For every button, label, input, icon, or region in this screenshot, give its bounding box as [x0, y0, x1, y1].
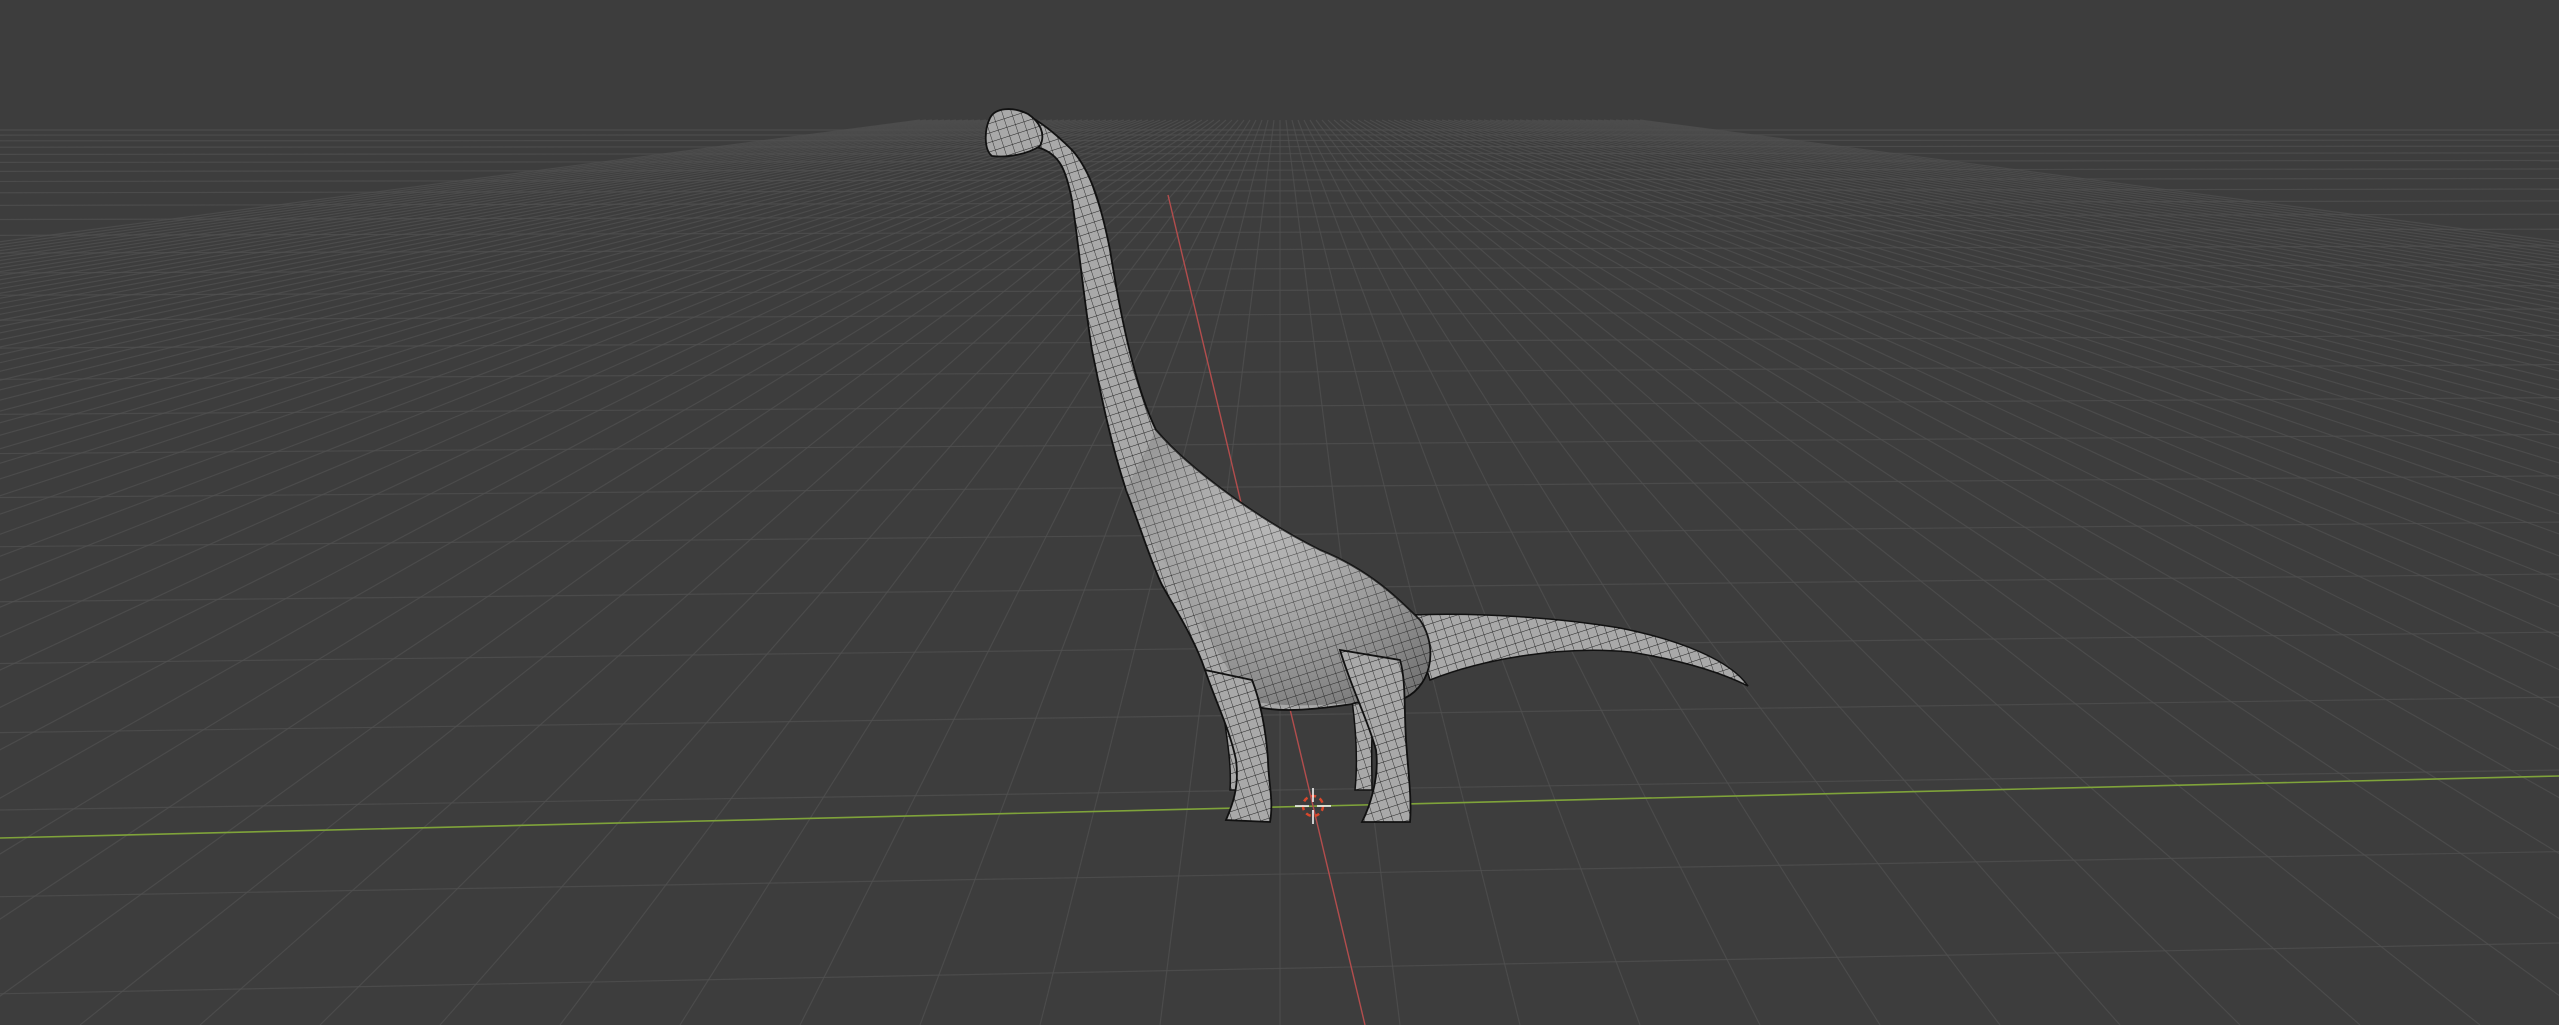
- grid-line: [0, 139, 2559, 142]
- viewport-canvas[interactable]: [0, 0, 2559, 1025]
- 3d-viewport[interactable]: [0, 0, 2559, 1025]
